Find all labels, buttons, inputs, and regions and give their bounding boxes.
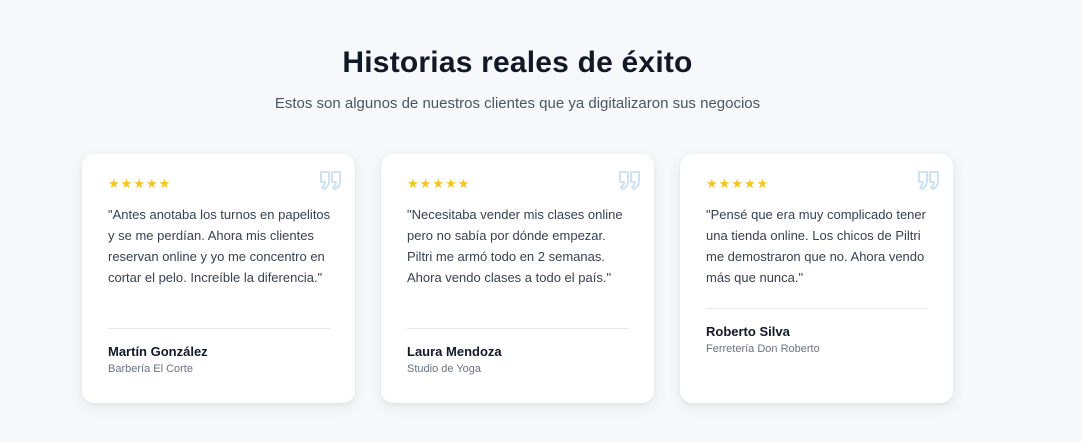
section-title: Historias reales de éxito [342,46,693,79]
star-icon: ★ [457,177,470,192]
author-name: Martín González [108,344,208,359]
star-icon: ★ [407,177,419,192]
author-company: Barbería El Corte [108,363,193,375]
star-rating: ★ ★ ★ ★ ★ [706,178,768,192]
star-rating: ★ ★ ★ ★ ★ [108,178,170,192]
divider [108,328,330,329]
author-company: Ferretería Don Roberto [706,343,820,355]
star-icon: ★ [108,177,120,192]
quote-icon [619,171,640,190]
star-icon: ★ [743,177,756,192]
star-icon: ★ [120,177,133,192]
divider [706,308,928,309]
star-icon: ★ [718,177,731,192]
star-icon: ★ [731,177,743,192]
quote-icon [918,171,939,190]
star-icon: ★ [145,177,158,192]
testimonial-quote: "Pensé que era muy complicado tener una … [706,207,926,285]
star-icon: ★ [419,177,432,192]
star-icon: ★ [158,177,171,192]
quote-icon [320,171,341,190]
testimonial-card: ★ ★ ★ ★ ★ "Pensé que era muy complicado … [680,154,953,403]
testimonial-card: ★ ★ ★ ★ ★ "Necesitaba vender mis clases … [381,154,654,403]
star-rating: ★ ★ ★ ★ ★ [407,178,469,192]
star-icon: ★ [706,177,718,192]
author-name: Laura Mendoza [407,344,502,359]
testimonial-quote: "Antes anotaba los turnos en papelitos y… [108,207,331,285]
testimonial-quote: "Necesitaba vender mis clases online per… [407,207,623,285]
testimonial-card: ★ ★ ★ ★ ★ "Antes anotaba los turnos en p… [82,154,355,403]
testimonials-section: Historias reales de éxito Estos son algu… [0,0,1082,442]
star-icon: ★ [756,177,769,192]
star-icon: ★ [444,177,457,192]
star-icon: ★ [133,177,145,192]
author-company: Studio de Yoga [407,363,482,375]
star-icon: ★ [432,177,444,192]
divider [407,328,629,329]
section-subtitle: Estos son algunos de nuestros clientes q… [274,95,761,112]
author-name: Roberto Silva [706,324,790,339]
